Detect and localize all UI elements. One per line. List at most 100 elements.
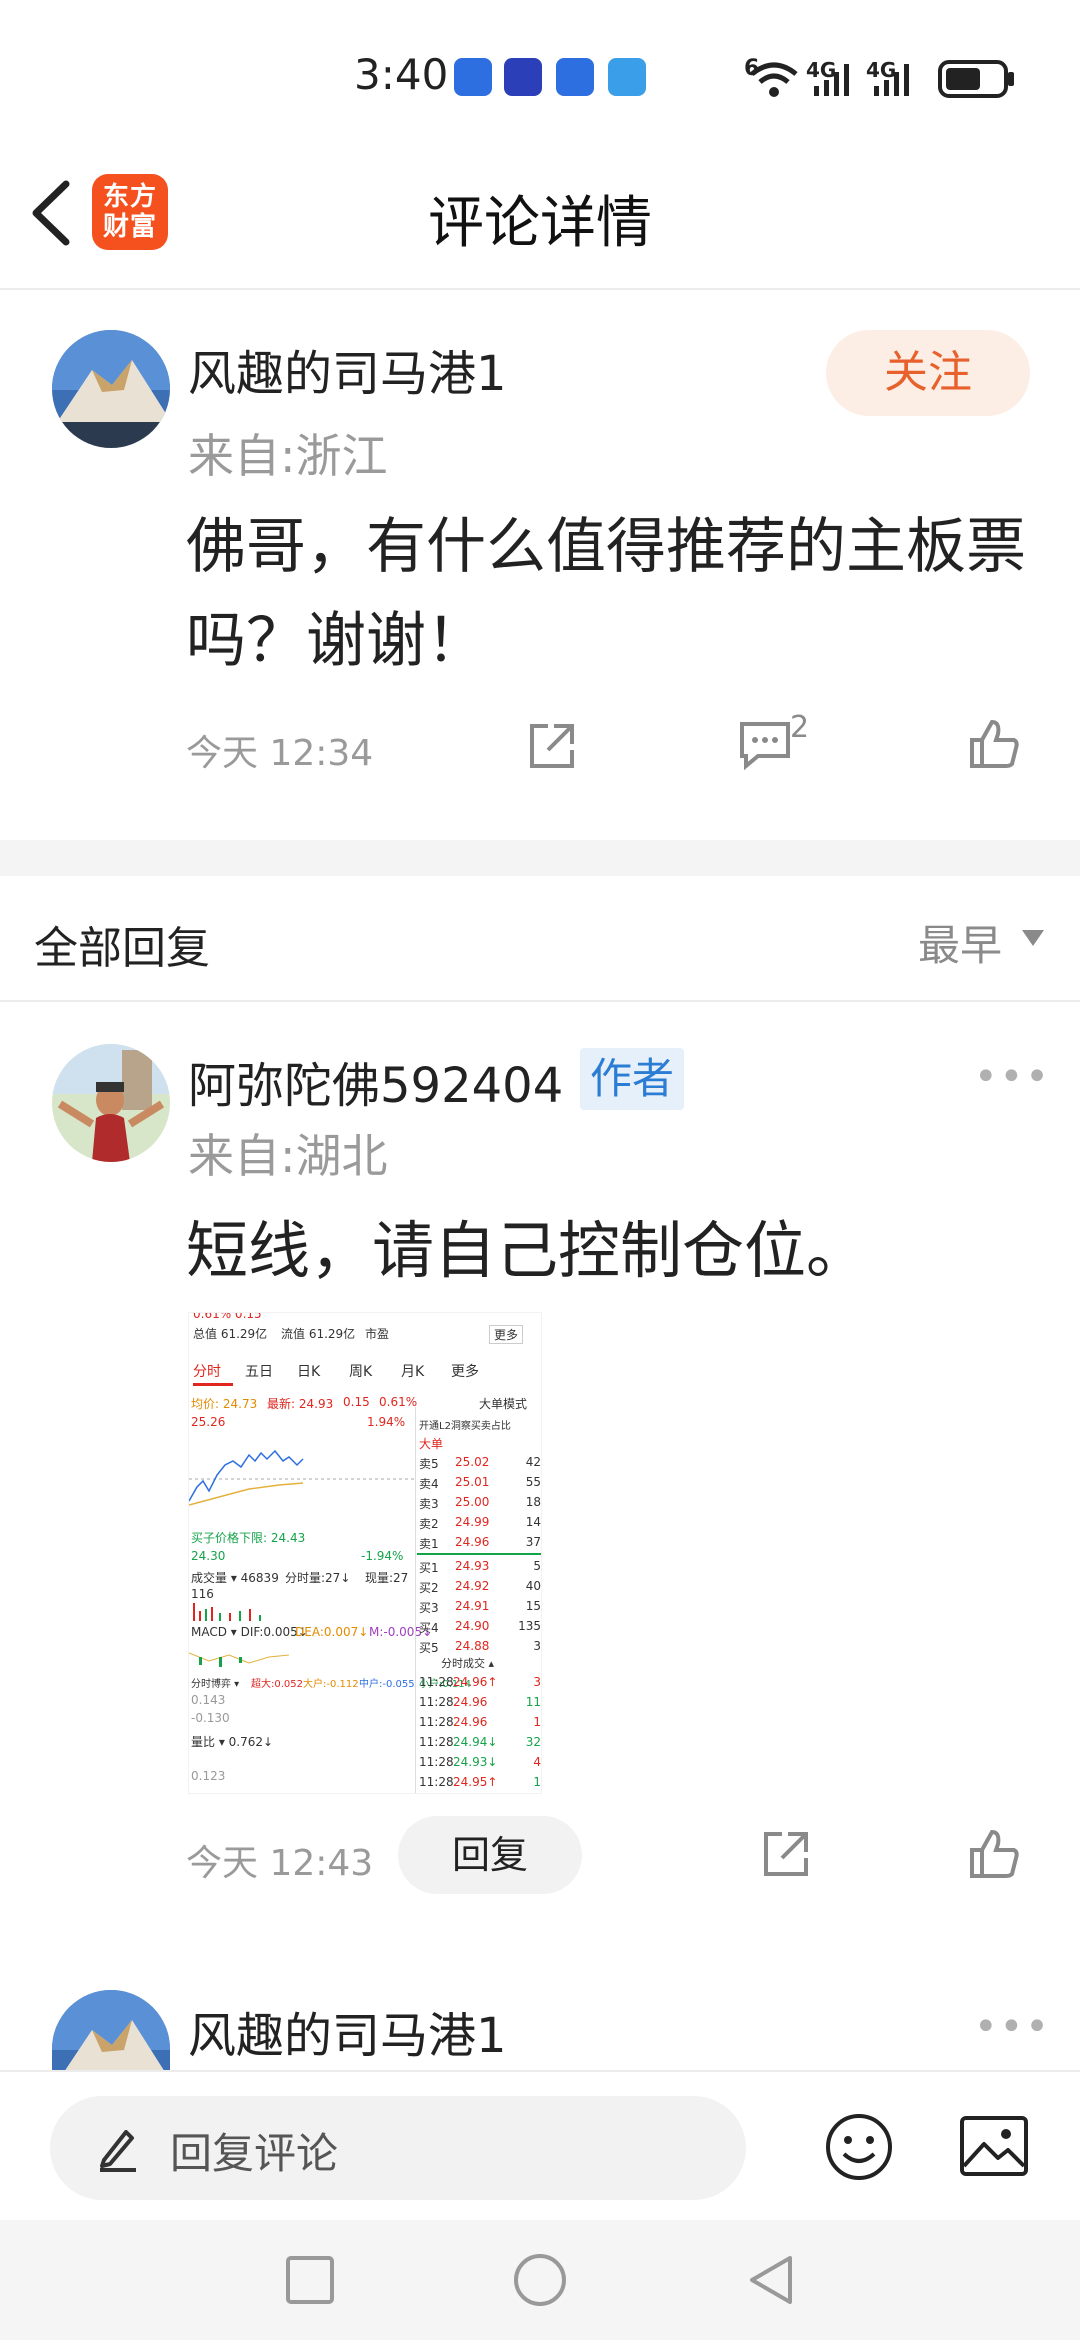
now-volume: 现量:27 [365, 1571, 409, 1585]
trade-row-label: 11:28 [419, 1675, 454, 1689]
macd-chart [189, 1652, 290, 1667]
price-pct: 0.61% [379, 1395, 418, 1409]
ask-row-price: 25.01 [455, 1475, 490, 1489]
network-type: 6 [744, 56, 760, 81]
reply-button[interactable]: 回复 [398, 1816, 582, 1894]
ask-row-label: 卖4 [419, 1477, 439, 1491]
bid-row-price: 24.91 [455, 1599, 490, 1613]
ratio-label: 量比 ▾ 0.762↓ [191, 1735, 274, 1749]
minute-volume: 分时量:27↓ [285, 1571, 351, 1585]
trade-row-price: 24.94↓ [453, 1735, 498, 1749]
divider [0, 1000, 1080, 1002]
chart-tab: 日K [297, 1364, 321, 1380]
app-notification-icon [454, 58, 492, 96]
ask-row-price: 24.99 [455, 1515, 490, 1529]
pencil-icon [100, 2130, 136, 2172]
bid-row-label: 买5 [419, 1641, 439, 1655]
total-value: 总值 61.29亿 [193, 1327, 268, 1341]
all-replies-label: 全部回复 [34, 923, 210, 974]
trade-row-volume: 32 [525, 1735, 541, 1749]
more-options-icon[interactable]: ••• [974, 2004, 1051, 2050]
chevron-down-icon[interactable] [1022, 930, 1044, 946]
post-location: 来自:浙江 [188, 429, 388, 483]
reply-input[interactable] [50, 2096, 746, 2200]
image-icon[interactable] [958, 2114, 1030, 2178]
ask-row-price: 24.96 [455, 1535, 490, 1549]
active-tab-indicator [193, 1383, 233, 1386]
sort-selector[interactable]: 最早 [918, 912, 1002, 973]
macd-label: MACD ▾ DIF:0.005↓ [191, 1625, 308, 1639]
share-icon[interactable] [758, 1826, 814, 1882]
person-avatar-image [52, 1044, 170, 1162]
back-nav-icon[interactable] [744, 2252, 796, 2308]
mountain-avatar-image [52, 330, 170, 448]
reply-author[interactable]: 风趣的司马港1 [188, 1996, 507, 2066]
network-type: 4G [806, 58, 837, 82]
post-content: 佛哥，有什么值得推荐的主板票吗？谢谢！ [186, 512, 1026, 676]
section-gap [0, 840, 1080, 876]
chart-tab: 五日 [245, 1364, 273, 1380]
like-icon[interactable] [966, 716, 1022, 772]
volume-label: 成交量 ▾ 46839 [191, 1571, 279, 1585]
ask-row-volume: 55 [525, 1475, 541, 1489]
bid-row-price: 24.90 [455, 1619, 490, 1633]
high-pct: 1.94% [367, 1415, 406, 1429]
header-divider [0, 288, 1080, 290]
ask-row-price: 25.00 [455, 1495, 490, 1509]
trade-row-label: 11:28 [419, 1735, 454, 1749]
more-button: 更多 [489, 1325, 524, 1344]
trade-row-price: 24.96 [453, 1715, 488, 1729]
trade-row-volume: 4 [533, 1755, 541, 1769]
bid-row-volume: 40 [525, 1579, 541, 1593]
flow-large: 大户:-0.112 [303, 1679, 359, 1690]
ask-row-volume: 37 [525, 1535, 541, 1549]
recent-apps-icon[interactable] [284, 2254, 336, 2306]
post-author[interactable]: 风趣的司马港1 [188, 334, 507, 404]
dea-value: DEA:0.007↓ [295, 1625, 369, 1639]
follow-button[interactable]: 关注 [826, 330, 1030, 416]
ask-row-volume: 42 [525, 1455, 541, 1469]
battery-icon [938, 60, 1014, 98]
avatar[interactable] [52, 1044, 170, 1162]
trade-row-price: 24.96↑ [453, 1675, 498, 1689]
ask-row-label: 卖2 [419, 1517, 439, 1531]
comment-icon[interactable] [736, 716, 794, 772]
trade-row-volume: 1 [533, 1775, 541, 1789]
app-notification-icon [504, 58, 542, 96]
ask-row-price: 25.02 [455, 1455, 490, 1469]
home-icon[interactable] [512, 2252, 568, 2308]
weather-notification-icon [608, 58, 646, 96]
stock-chart-image[interactable]: 0.61% 0.15 总值 61.29亿 流值 61.29亿 市盈 更多 分时 … [188, 1312, 542, 1794]
trade-row-volume: 3 [533, 1675, 541, 1689]
bid-row-label: 买3 [419, 1601, 439, 1615]
flow-val2: -0.130 [191, 1711, 230, 1725]
trade-row-price: 24.96 [453, 1695, 488, 1709]
comment-count: 2 [790, 710, 810, 745]
bid-row-label: 买2 [419, 1581, 439, 1595]
ask-row-volume: 14 [525, 1515, 541, 1529]
reply-input-placeholder[interactable]: 回复评论 [170, 2120, 338, 2181]
network-type: 4G [866, 58, 897, 82]
bid-row-price: 24.88 [455, 1639, 490, 1653]
trade-row-volume: 11 [525, 1695, 541, 1709]
ratio-value: 0.123 [191, 1769, 226, 1783]
chart-tab: 周K [349, 1364, 373, 1380]
bid-row-volume: 5 [533, 1559, 541, 1573]
status-time: 3:40 [354, 50, 449, 99]
avatar[interactable] [52, 1990, 170, 2070]
avatar[interactable] [52, 330, 170, 448]
more-options-icon[interactable]: ••• [974, 1054, 1051, 1100]
post-time: 今天 12:34 [186, 733, 374, 774]
trade-row-price: 24.93↓ [453, 1755, 498, 1769]
ask-row-label: 卖3 [419, 1497, 439, 1511]
chart-tab: 更多 [451, 1364, 479, 1380]
smiley-icon[interactable] [824, 2112, 894, 2182]
share-icon[interactable] [524, 718, 580, 774]
reply-author[interactable]: 阿弥陀佛592404 [188, 1046, 563, 1116]
avg-price: 均价: 24.73 [191, 1397, 258, 1411]
low-pct: -1.94% [361, 1549, 404, 1563]
trade-row-label: 11:28 [419, 1775, 454, 1789]
latest-price: 最新: 24.93 [267, 1397, 334, 1411]
like-icon[interactable] [966, 1826, 1022, 1882]
volume-bars [193, 1603, 261, 1621]
